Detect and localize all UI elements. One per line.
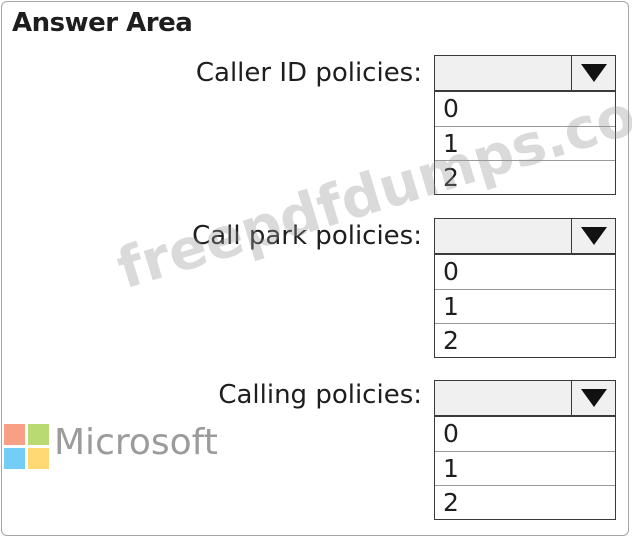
page-title: Answer Area	[12, 8, 193, 38]
caller-id-label: Caller ID policies:	[195, 58, 422, 88]
caller-id-options: 0 1 2	[434, 91, 616, 195]
calling-dropdown[interactable]	[434, 380, 616, 416]
microsoft-logo-icon	[4, 424, 50, 470]
call-park-dropdown-button[interactable]	[571, 219, 615, 253]
calling-options: 0 1 2	[434, 416, 616, 520]
option-2[interactable]: 2	[435, 323, 615, 357]
option-1[interactable]: 1	[435, 289, 615, 323]
option-1[interactable]: 1	[435, 126, 615, 160]
call-park-dropdown[interactable]	[434, 218, 616, 254]
option-0[interactable]: 0	[435, 92, 615, 126]
option-2[interactable]: 2	[435, 160, 615, 194]
chevron-down-icon	[580, 227, 607, 245]
caller-id-dropdown[interactable]	[434, 55, 616, 91]
option-2[interactable]: 2	[435, 485, 615, 519]
call-park-options: 0 1 2	[434, 254, 616, 358]
option-1[interactable]: 1	[435, 451, 615, 485]
chevron-down-icon	[580, 64, 607, 82]
option-0[interactable]: 0	[435, 255, 615, 289]
chevron-down-icon	[580, 389, 607, 407]
microsoft-wordmark: Microsoft	[54, 422, 218, 463]
calling-dropdown-button[interactable]	[571, 381, 615, 415]
call-park-label: Call park policies:	[192, 221, 422, 251]
option-0[interactable]: 0	[435, 417, 615, 451]
caller-id-dropdown-button[interactable]	[571, 56, 615, 90]
calling-label: Calling policies:	[218, 380, 422, 410]
